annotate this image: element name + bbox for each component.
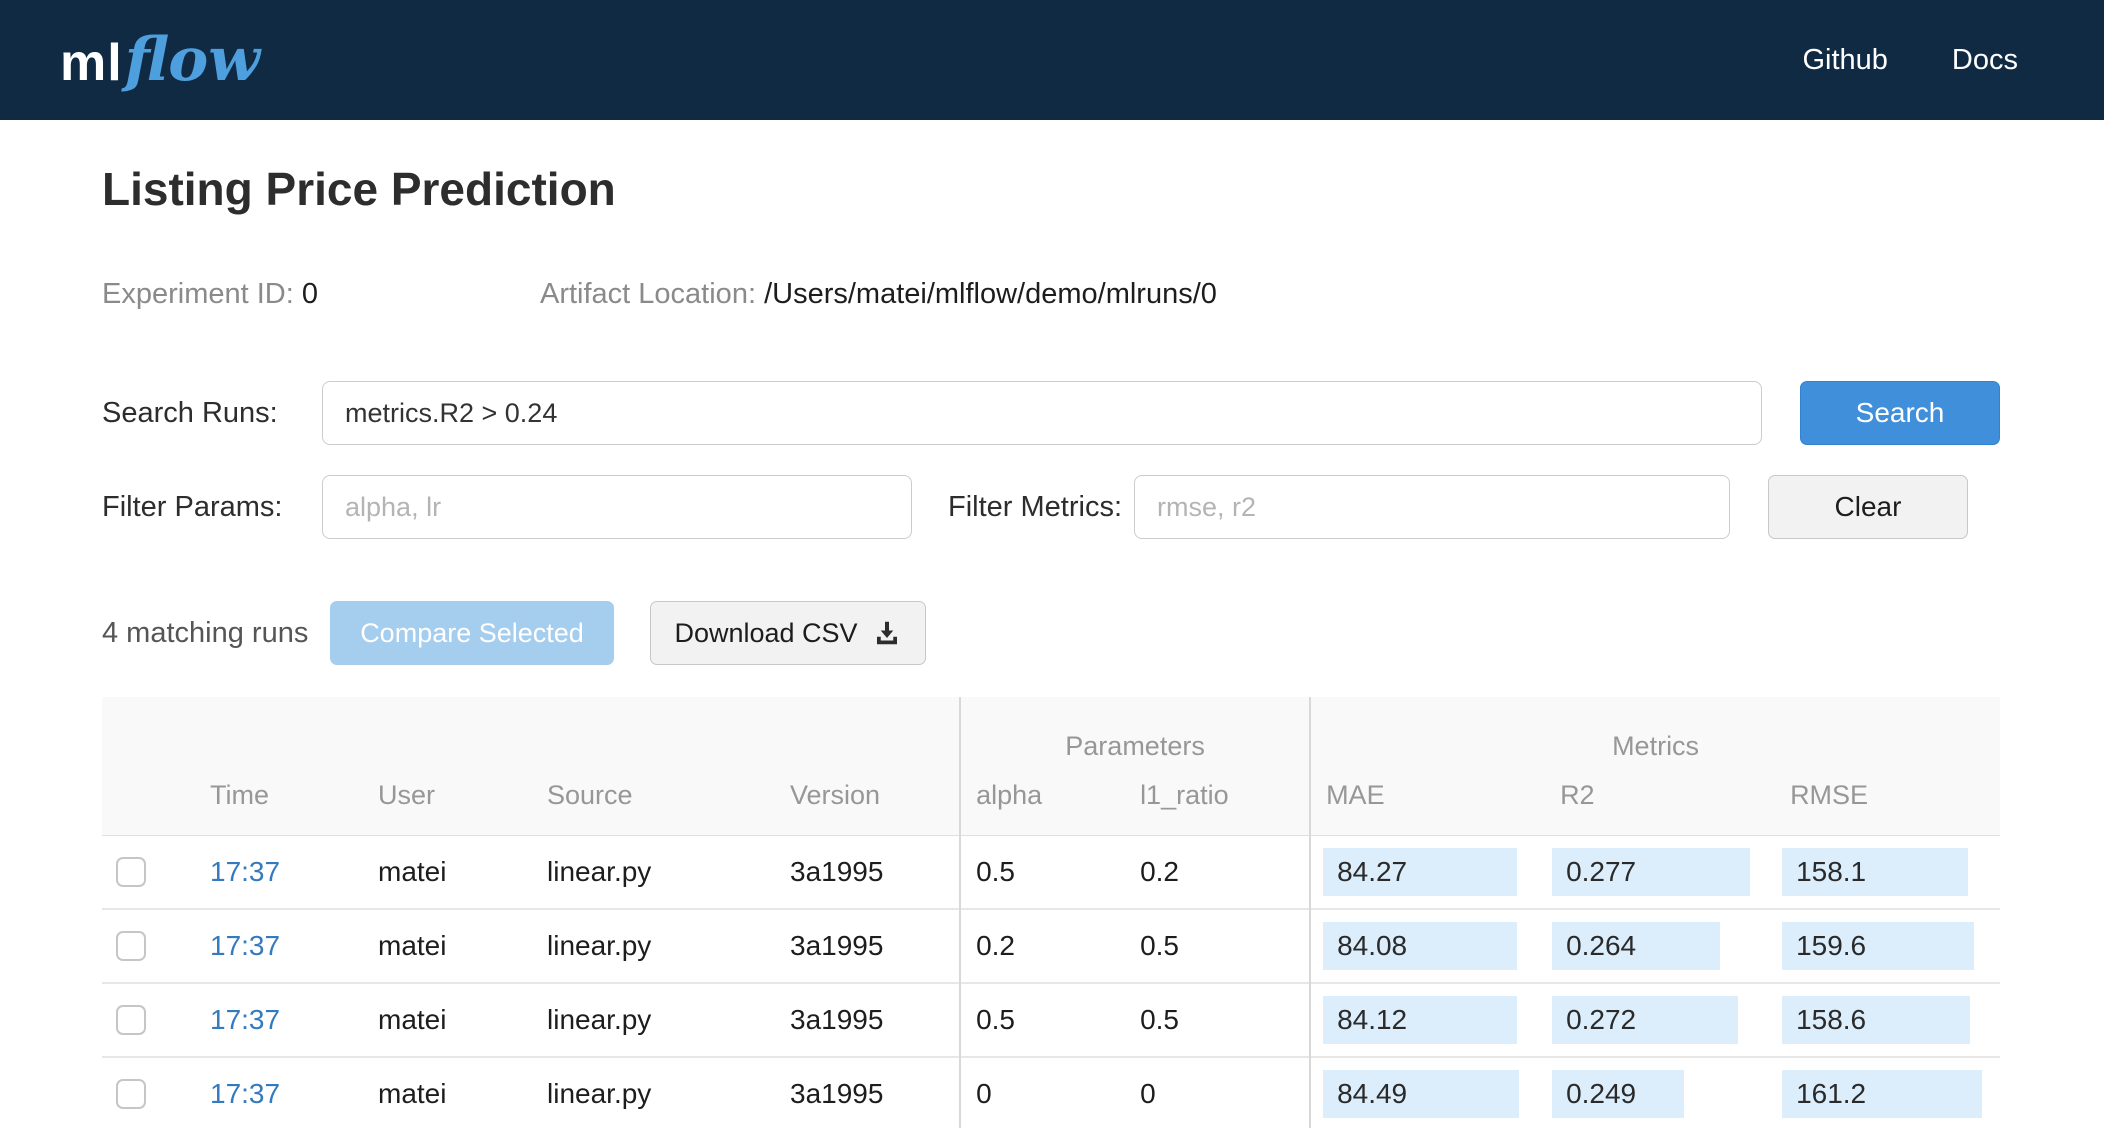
column-header-mae: MAE	[1309, 769, 1541, 835]
param-alpha-value: 0.2	[976, 930, 1015, 961]
metric-mae-value: 84.49	[1323, 1070, 1520, 1118]
column-header-user: User	[378, 779, 436, 810]
filter-metrics-input[interactable]	[1134, 475, 1730, 539]
mlflow-logo[interactable]: ml flow	[60, 25, 260, 95]
run-checkbox[interactable]	[116, 1005, 146, 1035]
group-header-row: Parameters Metrics	[102, 697, 2001, 769]
nav-link-docs[interactable]: Docs	[1952, 44, 2018, 77]
param-alpha-value: 0.5	[976, 1004, 1015, 1035]
artifact-location-group: Artifact Location: /Users/matei/mlflow/d…	[540, 278, 1217, 311]
download-csv-button[interactable]: Download CSV	[650, 601, 926, 665]
metric-rmse-value: 158.6	[1782, 996, 1971, 1044]
run-user: matei	[378, 1004, 447, 1035]
mlflow-logo-ml: ml	[60, 34, 123, 92]
search-runs-label: Search Runs:	[102, 396, 278, 429]
group-header-metrics: Metrics	[1309, 697, 2001, 769]
metric-r2-value: 0.272	[1552, 996, 1739, 1044]
run-row: 17:37 matei linear.py 3a1995 0.2 0.5 84.08 0.26…	[102, 909, 2001, 983]
metric-mae-value: 84.27	[1323, 847, 1518, 896]
search-runs-row: Search Runs: Search	[102, 381, 2000, 445]
navbar-links: Github Docs	[1802, 44, 2018, 77]
column-header-source: Source	[547, 779, 633, 810]
param-l1-ratio-value: 0.5	[1140, 1004, 1179, 1035]
experiment-id-group: Experiment ID: 0	[102, 278, 540, 311]
filter-params-label: Filter Params:	[102, 490, 283, 523]
metric-rmse-value: 159.6	[1782, 922, 1975, 970]
metric-r2-value: 0.264	[1552, 922, 1721, 970]
mlflow-logo-flow: flow	[124, 25, 260, 95]
filters-row: Filter Params: Filter Metrics: Clear	[102, 475, 2000, 539]
run-user: matei	[378, 855, 447, 887]
run-source: linear.py	[547, 930, 652, 961]
run-version: 3a1995	[790, 855, 884, 887]
runs-table-body: 17:37 matei linear.py 3a1995 0.5 0.2 84.27 0.27…	[102, 835, 2001, 1128]
run-source: linear.py	[547, 1078, 652, 1109]
run-user: matei	[378, 930, 447, 961]
artifact-location-label: Artifact Location:	[540, 278, 756, 310]
column-header-alpha: alpha	[959, 769, 1123, 835]
runs-table-header: Parameters Metrics Time User Source Vers…	[102, 697, 2001, 835]
mlflow-experiment-page: ml flow Github Docs Listing Price Predic…	[0, 0, 2104, 1128]
metric-r2-value: 0.249	[1552, 1070, 1685, 1118]
column-header-checkbox	[102, 769, 177, 835]
experiment-id-value: 0	[301, 278, 318, 310]
experiment-id-label: Experiment ID:	[102, 278, 294, 310]
column-header-l1-ratio: l1_ratio	[1140, 779, 1229, 810]
artifact-location-value: /Users/matei/mlflow/demo/mlruns/0	[764, 278, 1217, 310]
group-header-parameters: Parameters	[959, 697, 1311, 769]
metric-mae-value: 84.08	[1323, 922, 1518, 970]
compare-selected-button[interactable]: Compare Selected	[330, 601, 614, 665]
metric-rmse-value: 161.2	[1782, 1070, 1983, 1118]
clear-button[interactable]: Clear	[1768, 475, 1968, 539]
column-header-rmse: RMSE	[1790, 779, 1869, 810]
metric-mae-value: 84.12	[1323, 996, 1518, 1044]
run-row: 17:37 matei linear.py 3a1995 0.5 0.5 84.12 0.27…	[102, 983, 2001, 1057]
metric-r2-value: 0.277	[1552, 847, 1751, 896]
run-time-link[interactable]: 17:37	[210, 930, 280, 961]
group-header-spacer	[102, 697, 960, 769]
experiment-title: Listing Price Prediction	[102, 163, 616, 215]
run-row: 17:37 matei linear.py 3a1995 0.5 0.2 84.27 0.27…	[102, 835, 2001, 909]
runs-table: Parameters Metrics Time User Source Vers…	[102, 697, 2001, 1128]
run-actions-row: 4 matching runs Compare Selected Downloa…	[102, 601, 2000, 665]
run-version: 3a1995	[790, 1004, 884, 1035]
param-l1-ratio-value: 0.2	[1140, 855, 1179, 887]
filter-params-input[interactable]	[322, 475, 912, 539]
download-icon	[872, 618, 902, 648]
run-source: linear.py	[547, 1004, 652, 1035]
column-header-version: Version	[790, 779, 881, 810]
param-alpha-value: 0	[976, 1078, 992, 1109]
experiment-meta: Experiment ID: 0 Artifact Location: /Use…	[102, 278, 2000, 311]
run-checkbox[interactable]	[116, 931, 146, 961]
search-runs-input[interactable]	[322, 381, 1762, 445]
run-source: linear.py	[547, 855, 652, 887]
run-time-link[interactable]: 17:37	[210, 856, 280, 887]
column-header-time: Time	[210, 779, 269, 810]
search-button[interactable]: Search	[1800, 381, 2000, 445]
run-time-link[interactable]: 17:37	[210, 1078, 280, 1109]
run-user: matei	[378, 1078, 447, 1109]
matching-runs-count: 4 matching runs	[102, 616, 309, 649]
param-l1-ratio-value: 0.5	[1140, 930, 1179, 961]
param-alpha-value: 0.5	[976, 855, 1015, 887]
nav-link-github[interactable]: Github	[1802, 44, 1887, 77]
run-time-link[interactable]: 17:37	[210, 1004, 280, 1035]
run-version: 3a1995	[790, 930, 884, 961]
filter-metrics-label: Filter Metrics:	[948, 490, 1122, 523]
run-checkbox[interactable]	[116, 856, 146, 887]
column-header-r2: R2	[1560, 779, 1595, 810]
run-version: 3a1995	[790, 1078, 884, 1109]
column-header-row: Time User Source Version alpha l1_ratio …	[102, 769, 2001, 835]
download-csv-label: Download CSV	[674, 617, 858, 648]
param-l1-ratio-value: 0	[1140, 1078, 1156, 1109]
run-checkbox[interactable]	[116, 1079, 146, 1109]
top-navbar: ml flow Github Docs	[0, 0, 2104, 120]
run-row: 17:37 matei linear.py 3a1995 0 0 84.49 0.249 161…	[102, 1057, 2000, 1128]
experiment-content: Listing Price Prediction Experiment ID: …	[0, 162, 2104, 1128]
metric-rmse-value: 158.1	[1782, 847, 1969, 896]
